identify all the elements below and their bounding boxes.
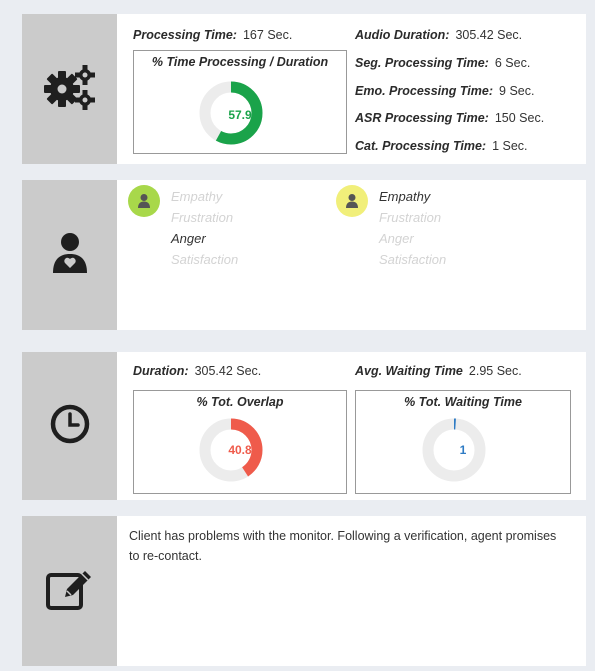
- processing-card: Processing Time: 167 Sec. % Time Processi…: [22, 14, 586, 164]
- asr-processing-row: ASR Processing Time: 150 Sec.: [355, 109, 544, 127]
- timing-body: Duration: 305.42 Sec. Avg. Waiting Time 2.…: [117, 352, 586, 500]
- emo-processing-row: Emo. Processing Time: 9 Sec.: [355, 82, 534, 100]
- timing-card: Duration: 305.42 Sec. Avg. Waiting Time 2.…: [22, 352, 586, 500]
- notes-body: Client has problems with the monitor. Fo…: [117, 516, 586, 666]
- emotions-body: Empathy Frustration Anger Satisfaction E…: [117, 180, 586, 330]
- processing-side-panel: [22, 14, 117, 164]
- processing-time-row: Processing Time: 167 Sec.: [133, 26, 292, 44]
- speaker1-emotion-anger: Anger: [171, 231, 206, 246]
- waiting-value: 1: [459, 443, 467, 457]
- clock-icon: [50, 404, 90, 449]
- speaker1-avatar: [128, 185, 160, 217]
- seg-processing-label: Seg. Processing Time:: [355, 56, 489, 70]
- emo-processing-label: Emo. Processing Time:: [355, 84, 494, 98]
- audio-duration-label: Audio Duration:: [355, 28, 450, 42]
- duration-row: Duration: 305.42 Sec.: [133, 362, 261, 380]
- gears-icon: [42, 61, 98, 118]
- timing-side-panel: [22, 352, 117, 500]
- cat-processing-label: Cat. Processing Time:: [355, 139, 487, 153]
- waiting-box: % Tot. Waiting Time 1: [355, 390, 571, 494]
- audio-duration-row: Audio Duration: 305.42 Sec.: [355, 26, 522, 44]
- notes-text: Client has problems with the monitor. Fo…: [129, 529, 557, 563]
- emotions-side-panel: [22, 180, 117, 330]
- cat-processing-row: Cat. Processing Time: 1 Sec.: [355, 137, 528, 155]
- speaker2-emotions: Empathy Frustration Anger Satisfaction: [379, 186, 446, 270]
- overlap-box: % Tot. Overlap 40.8: [133, 390, 347, 494]
- seg-processing-value: 6 Sec.: [494, 56, 531, 70]
- waiting-time-value: 2.95 Sec.: [468, 364, 522, 378]
- waiting-time-row: Avg. Waiting Time 2.95 Sec.: [355, 362, 522, 380]
- duration-value: 305.42 Sec.: [194, 364, 262, 378]
- processing-ratio-title: % Time Processing / Duration: [151, 55, 329, 69]
- audio-duration-value: 305.42 Sec.: [455, 28, 523, 42]
- speaker2-emotion-frustration: Frustration: [379, 210, 442, 225]
- cat-processing-value: 1 Sec.: [492, 139, 528, 153]
- processing-body: Processing Time: 167 Sec. % Time Processi…: [117, 14, 586, 164]
- waiting-title: % Tot. Waiting Time: [404, 395, 522, 409]
- processing-ratio-value: 57.9: [228, 108, 252, 122]
- waiting-time-label: Avg. Waiting Time: [355, 364, 463, 378]
- edit-note-icon: [45, 567, 95, 616]
- speaker2-avatar: [336, 185, 368, 217]
- emotions-card: Empathy Frustration Anger Satisfaction E…: [22, 180, 586, 330]
- asr-processing-label: ASR Processing Time:: [355, 111, 489, 125]
- emo-processing-value: 9 Sec.: [499, 84, 535, 98]
- notes-side-panel: [22, 516, 117, 666]
- speaker2-emotion-satisfaction: Satisfaction: [379, 252, 447, 267]
- notes-card: Client has problems with the monitor. Fo…: [22, 516, 586, 666]
- speaker2-emotion-empathy: Empathy: [379, 189, 431, 204]
- seg-processing-row: Seg. Processing Time: 6 Sec.: [355, 54, 530, 72]
- processing-time-label: Processing Time:: [133, 28, 237, 42]
- speaker1-emotions: Empathy Frustration Anger Satisfaction: [171, 186, 238, 270]
- user-heart-icon: [50, 231, 90, 280]
- speaker1-emotion-frustration: Frustration: [171, 210, 234, 225]
- speaker2-emotion-anger: Anger: [379, 231, 414, 246]
- processing-time-value: 167 Sec.: [242, 28, 293, 42]
- overlap-value: 40.8: [228, 443, 252, 457]
- speaker2-person-icon: [346, 194, 358, 208]
- processing-ratio-box: % Time Processing / Duration 57.9: [133, 50, 347, 154]
- speaker1-emotion-satisfaction: Satisfaction: [171, 252, 239, 267]
- overlap-title: % Tot. Overlap: [196, 395, 284, 409]
- asr-processing-value: 150 Sec.: [494, 111, 545, 125]
- speaker1-person-icon: [138, 194, 150, 208]
- speaker1-emotion-empathy: Empathy: [171, 189, 223, 204]
- duration-label: Duration:: [133, 364, 189, 378]
